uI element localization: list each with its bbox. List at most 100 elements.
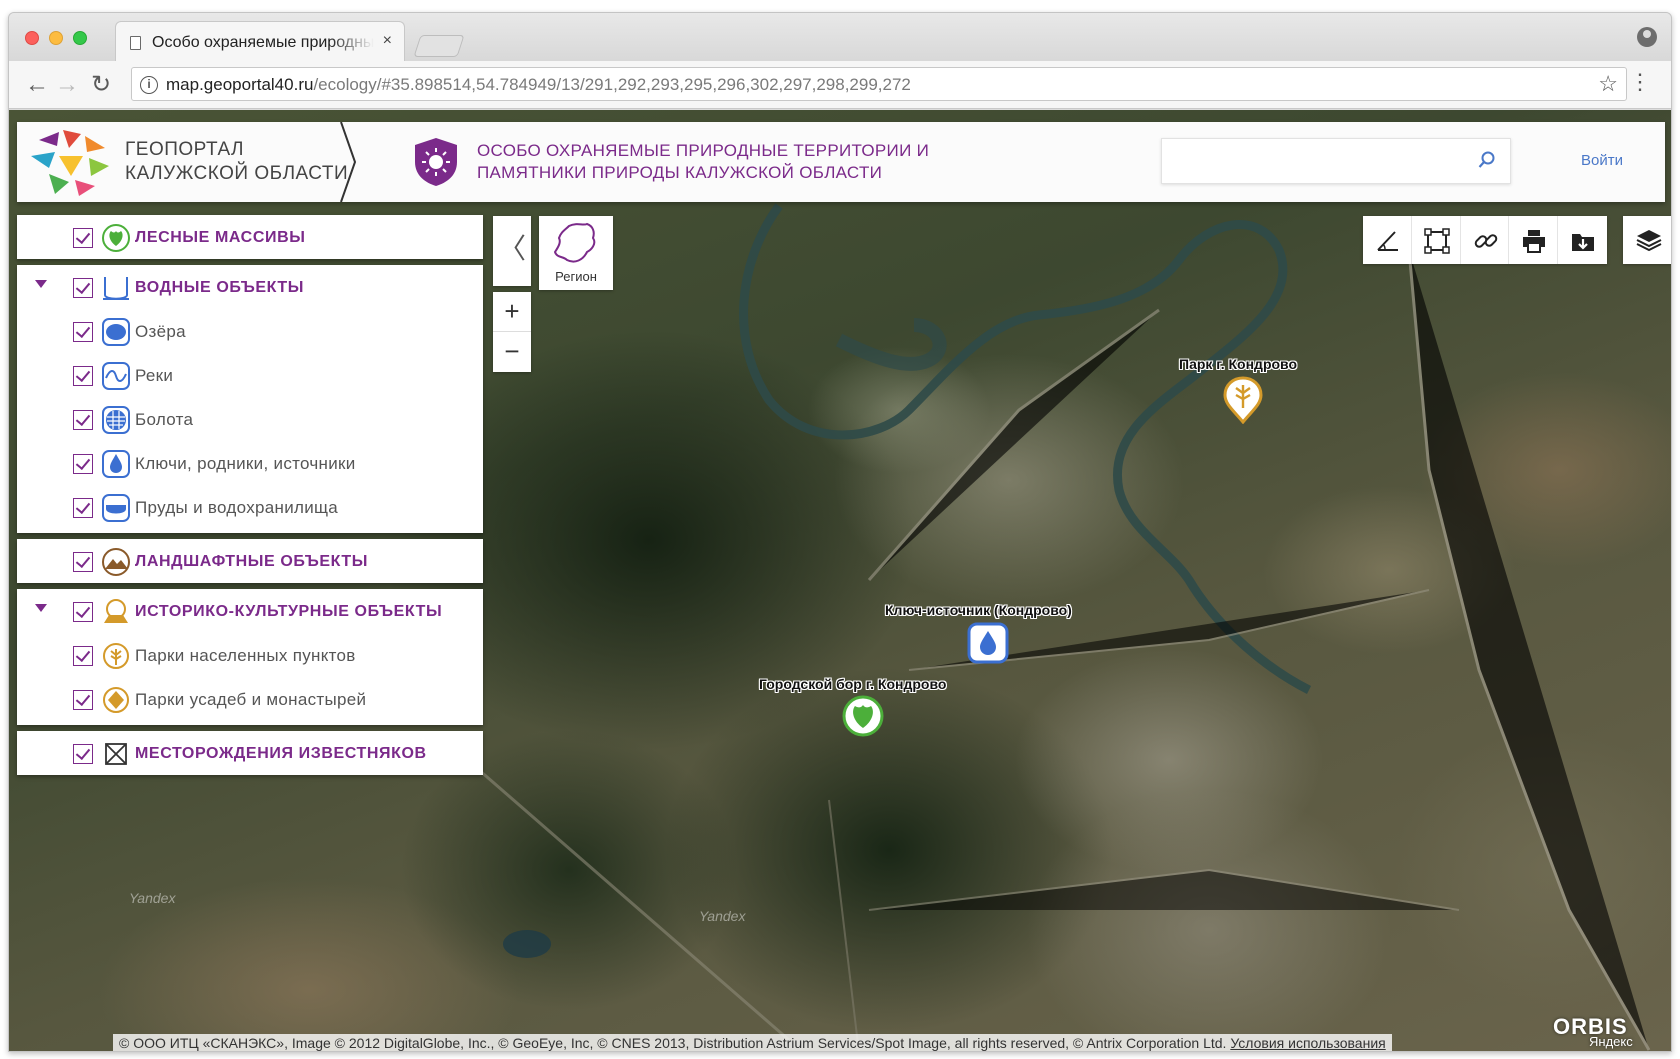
layer-group-landscape: Ландшафтные объекты (17, 539, 483, 583)
url-host: map.geoportal40.ru (166, 75, 314, 94)
reload-icon[interactable]: ↻ (91, 71, 111, 99)
layer-row-limestone[interactable]: Месторождения известняков (17, 731, 483, 775)
measure-area-button[interactable] (1412, 216, 1461, 264)
zoom-in-button[interactable]: + (493, 292, 531, 332)
forest-marker-icon[interactable] (841, 694, 885, 738)
park-marker-icon[interactable] (1223, 376, 1263, 424)
download-folder-icon (1572, 234, 1595, 251)
shield-sun-icon (415, 138, 457, 186)
zoom-out-button[interactable]: − (493, 332, 531, 372)
layer-row-estate-parks[interactable]: Парки усадеб и монастырей (17, 677, 483, 721)
layer-checkbox[interactable] (73, 228, 93, 248)
layer-label: Парки усадеб и монастырей (135, 690, 367, 709)
profile-icon[interactable] (1637, 27, 1657, 47)
print-button[interactable] (1509, 216, 1559, 264)
breadcrumb-separator (340, 122, 357, 202)
new-tab-button[interactable] (413, 35, 465, 57)
layer-row-landscape[interactable]: Ландшафтные объекты (17, 539, 483, 583)
base-layers-button[interactable] (1623, 216, 1671, 264)
address-bar[interactable]: i map.geoportal40.ru/ecology/#35.898514,… (131, 67, 1627, 101)
layer-label: Парки населенных пунктов (135, 646, 356, 665)
site-brand[interactable]: ГЕОПОРТАЛ КАЛУЖСКОЙ ОБЛАСТИ (125, 138, 348, 186)
map-watermark: Yandex (129, 890, 176, 906)
layer-label: Ландшафтные объекты (135, 553, 369, 570)
document-icon (130, 36, 141, 50)
park-tree-icon (103, 643, 129, 669)
layer-checkbox[interactable] (73, 366, 93, 386)
forward-arrow-icon[interactable]: → (55, 71, 79, 99)
info-icon[interactable]: i (140, 76, 158, 94)
layer-row-forest[interactable]: Лесные массивы (17, 215, 483, 259)
terms-of-use-link[interactable]: Условия использования (1230, 1035, 1385, 1051)
layer-row-ponds[interactable]: Пруды и водохранилища (17, 485, 483, 529)
layer-label: Пруды и водохранилища (135, 498, 339, 517)
expand-caret-icon[interactable] (35, 604, 47, 612)
layer-checkbox[interactable] (73, 552, 93, 572)
layer-row-town-parks[interactable]: Парки населенных пунктов (17, 633, 483, 677)
back-arrow-icon[interactable]: ← (25, 71, 49, 99)
marker-label: Парк г. Кондрово (1179, 356, 1298, 372)
printer-icon (1523, 230, 1546, 253)
site-header: ГЕОПОРТАЛ КАЛУЖСКОЙ ОБЛАСТИ ОСОБО ОХРАНЯ… (17, 122, 1665, 202)
ruler-angle-icon (1377, 231, 1398, 251)
map-attribution: © ООО ИТЦ «СКАНЭКС», Image © 2012 Digita… (113, 1034, 1392, 1051)
browser-titlebar: Особо охраняемые природные × (9, 13, 1671, 61)
browser-menu-icon[interactable]: ⋮ (1629, 71, 1651, 93)
page: Yandex Yandex ГЕОПОРТАЛ КАЛУЖСКОЙ ОБЛАСТ… (9, 110, 1671, 1051)
estate-park-icon (103, 687, 129, 713)
attribution-text: © ООО ИТЦ «СКАНЭКС», Image © 2012 Digita… (119, 1035, 1227, 1051)
expand-caret-icon[interactable] (35, 280, 47, 288)
maximize-window-button[interactable] (73, 31, 87, 45)
share-link-button[interactable] (1461, 216, 1510, 264)
search-icon[interactable] (1478, 151, 1496, 169)
layer-label: Реки (135, 366, 174, 385)
layer-checkbox[interactable] (73, 646, 93, 666)
layer-row-water[interactable]: Водные объекты (17, 265, 483, 309)
layer-row-lakes[interactable]: Озёра (17, 309, 483, 353)
minimize-window-button[interactable] (49, 31, 63, 45)
region-outline-icon (553, 222, 596, 263)
browser-tab[interactable]: Особо охраняемые природные × (115, 21, 405, 61)
link-icon (1474, 234, 1497, 248)
layer-checkbox[interactable] (73, 454, 93, 474)
tab-close-icon[interactable]: × (383, 32, 392, 50)
login-link[interactable]: Войти (1581, 152, 1623, 169)
river-wave-icon (102, 362, 130, 390)
layer-checkbox[interactable] (73, 602, 93, 622)
layer-group-water: Водные объекты Озёра Реки (17, 265, 483, 533)
marker-label: Ключ-источник (Кондрово) (885, 602, 1072, 618)
layer-checkbox[interactable] (73, 410, 93, 430)
layer-group-forest: Лесные массивы (17, 215, 483, 259)
region-label: Регион (555, 269, 597, 284)
water-bowl-icon (103, 277, 129, 300)
bookmark-star-icon[interactable]: ☆ (1598, 71, 1618, 97)
layer-label: Озёра (135, 322, 186, 341)
browser-toolbar: ← → ↻ i map.geoportal40.ru/ecology/#35.8… (9, 61, 1671, 109)
layer-row-heritage[interactable]: Историко-культурные объекты (17, 589, 483, 633)
yandex-logo[interactable]: Яндекс (1589, 1034, 1633, 1049)
pond-icon (102, 494, 130, 522)
collapse-panel-button[interactable]: 〈 (493, 216, 531, 286)
close-window-button[interactable] (25, 31, 39, 45)
section-title-line-1: ОСОБО ОХРАНЯЕМЫЕ ПРИРОДНЫЕ ТЕРРИТОРИИ И (477, 141, 930, 160)
browser-window: Особо охраняемые природные × ← → ↻ i map… (8, 12, 1672, 1052)
region-button[interactable]: Регион (539, 216, 613, 290)
download-button[interactable] (1558, 216, 1607, 264)
area-square-icon (1424, 228, 1450, 254)
layer-checkbox[interactable] (73, 498, 93, 518)
layer-checkbox[interactable] (73, 690, 93, 710)
measure-distance-button[interactable] (1363, 216, 1412, 264)
layer-row-rivers[interactable]: Реки (17, 353, 483, 397)
layers-panel: Лесные массивы Водные объекты (17, 215, 483, 781)
spring-marker-icon[interactable] (967, 622, 1009, 664)
search-input[interactable] (1161, 138, 1511, 184)
layer-group-limestone: Месторождения известняков (17, 731, 483, 775)
layer-row-springs[interactable]: Ключи, родники, источники (17, 441, 483, 485)
layer-checkbox[interactable] (73, 278, 93, 298)
layer-label: Месторождения известняков (135, 745, 427, 762)
swamp-icon (102, 406, 130, 434)
geoportal-logo[interactable] (29, 126, 113, 198)
layer-checkbox[interactable] (73, 744, 93, 764)
layer-row-swamps[interactable]: Болота (17, 397, 483, 441)
layer-checkbox[interactable] (73, 322, 93, 342)
